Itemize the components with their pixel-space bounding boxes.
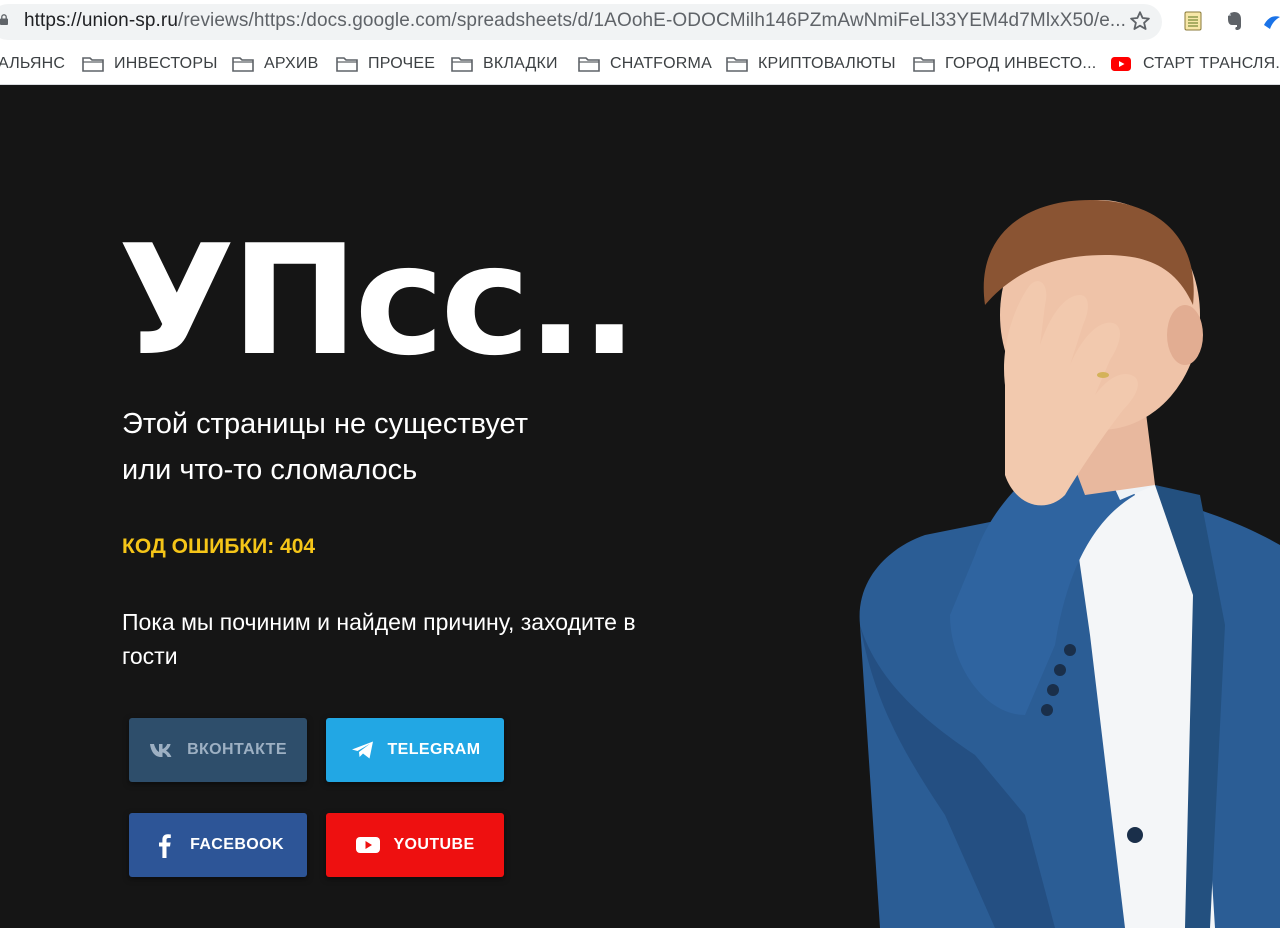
extension-icon[interactable] xyxy=(1262,11,1280,31)
error-code: КОД ОШИБКИ: 404 xyxy=(122,535,316,558)
bookmark-label: СТАРТ ТРАНСЛЯ... xyxy=(1143,55,1280,72)
vk-button-label: ВКОНТАКТЕ xyxy=(187,741,287,758)
folder-icon xyxy=(913,57,935,72)
bookmark-folder[interactable]: АРХИВ xyxy=(232,44,318,84)
bookmark-label: АРХИВ xyxy=(264,55,319,72)
bookmark-folder[interactable]: ИНВЕСТОРЫ xyxy=(82,44,218,84)
error-page: УПсс.. Этой страницы не существует или ч… xyxy=(0,85,1280,928)
url-path: /reviews/https:/docs.google.com/spreadsh… xyxy=(177,10,1127,31)
facebook-icon xyxy=(159,834,171,858)
bookmark-label: ПРОЧЕЕ xyxy=(368,55,436,72)
bookmark-label: ГОРОД ИНВЕСТО... xyxy=(945,55,1097,72)
facebook-button[interactable]: FACEBOOK xyxy=(129,813,307,877)
lock-icon xyxy=(0,14,8,25)
bookmark-label: ИНВЕСТОРЫ xyxy=(114,55,218,72)
url-host: https://union-sp.ru xyxy=(24,10,178,31)
youtube-icon xyxy=(1111,57,1131,71)
vk-icon xyxy=(150,744,172,757)
vk-button[interactable]: ВКОНТАКТЕ xyxy=(129,718,307,782)
telegram-button[interactable]: TELEGRAM xyxy=(326,718,504,782)
youtube-button-label: YOUTUBE xyxy=(393,836,475,853)
folder-icon xyxy=(578,57,600,72)
bookmark-star-icon[interactable] xyxy=(1128,9,1152,33)
subtitle-line: или что-то сломалось xyxy=(122,454,418,486)
folder-icon xyxy=(232,57,254,72)
bookmarks-bar: АЛЬЯНС ИНВЕСТОРЫ АРХИВ ПРОЧЕЕ ВКЛАДКИ CH… xyxy=(0,44,1280,85)
evernote-extension-icon[interactable] xyxy=(1224,10,1246,32)
bookmark-folder[interactable]: ВКЛАДКИ xyxy=(451,44,558,84)
page-headline: УПсс.. xyxy=(118,212,638,389)
bookmark-item[interactable]: АЛЬЯНС xyxy=(0,44,65,84)
folder-icon xyxy=(82,57,104,72)
youtube-button[interactable]: YOUTUBE xyxy=(326,813,504,877)
page-subtitle: Этой страницы не существует или что-то с… xyxy=(122,401,642,493)
telegram-icon xyxy=(351,741,373,759)
page-message: Пока мы починим и найдем причину, заходи… xyxy=(122,609,636,669)
sheets-extension-icon[interactable] xyxy=(1184,11,1202,31)
url-text[interactable]: https://union-sp.ru/reviews/https:/docs.… xyxy=(24,10,1126,32)
bookmark-folder[interactable]: КРИПТОВАЛЮТЫ xyxy=(726,44,896,84)
youtube-icon xyxy=(356,837,381,853)
browser-toolbar: https://union-sp.ru/reviews/https:/docs.… xyxy=(0,0,1280,44)
folder-icon xyxy=(726,57,748,72)
subtitle-line: Этой страницы не существует xyxy=(122,408,528,440)
bookmark-label: ВКЛАДКИ xyxy=(483,55,558,72)
bookmark-folder[interactable]: CHATFORMA xyxy=(578,44,712,84)
facebook-button-label: FACEBOOK xyxy=(190,836,284,853)
telegram-button-label: TELEGRAM xyxy=(387,741,481,758)
facepalm-person-image xyxy=(859,200,1280,928)
folder-icon xyxy=(451,57,473,72)
bookmark-folder[interactable]: ГОРОД ИНВЕСТО... xyxy=(913,44,1096,84)
bookmark-label: КРИПТОВАЛЮТЫ xyxy=(758,55,896,72)
bookmark-label: АЛЬЯНС xyxy=(0,55,66,72)
folder-icon xyxy=(336,57,358,72)
bookmark-label: CHATFORMA xyxy=(610,55,712,72)
bookmark-folder[interactable]: ПРОЧЕЕ xyxy=(336,44,435,84)
bookmark-item[interactable]: СТАРТ ТРАНСЛЯ... xyxy=(1111,44,1280,84)
